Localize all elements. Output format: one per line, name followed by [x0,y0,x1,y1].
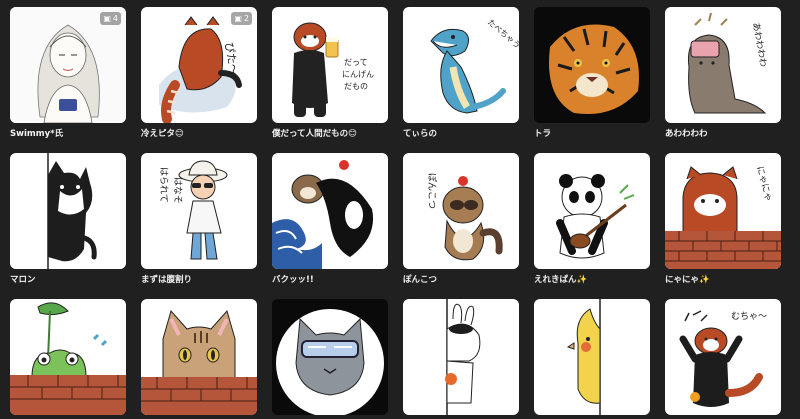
card-caption[interactable]: マロン [10,273,128,285]
thumbnail-ponkotsu[interactable]: ぽんこつ [403,153,519,269]
orca-wave-image [272,160,374,269]
svg-text:にゃにゃ: にゃにゃ [754,165,774,203]
card-caption[interactable]: ぽんこつ [403,273,521,285]
thumbnail-harawari[interactable]: はられて はなそ [141,153,257,269]
thumbnail-bakuh[interactable] [272,153,388,269]
frog-wall-image [10,302,126,415]
thumbnail-mucha[interactable]: むちゃ〜 [665,299,781,415]
dinosaur-sticker-image: たべちゃうぞ [430,18,519,114]
svg-text:だって: だって [344,58,368,67]
images-icon: ▣ [103,14,111,23]
red-panda-beer-image: だって にんげん だもの [292,22,374,117]
tiger-image [534,7,650,123]
thumbnail-nyanya[interactable]: にゃにゃ [665,153,781,269]
thumbnail-maron[interactable] [10,153,126,269]
thumbnail-frog[interactable] [10,299,126,415]
cockatiel-peeking-image [566,299,601,415]
red-panda-wall-image: にゃにゃ [665,165,781,269]
red-panda-cheer-image: むちゃ〜 [679,310,767,407]
svg-text:あわわわわ: あわわわわ [750,22,769,68]
tabby-cat-wall-image [141,309,257,415]
card-caption[interactable]: トラ [534,127,652,139]
card-caption[interactable]: Swimmy*氏 [10,127,128,139]
svg-text:はなそ: はなそ [172,177,183,204]
svg-text:むちゃ〜: むちゃ〜 [731,311,767,322]
images-icon: ▣ [234,14,242,23]
card-caption[interactable]: てぃらの [403,127,521,139]
card-caption[interactable]: 冷えピタ😊 [141,127,259,139]
art-text: はられて はなそ [158,167,183,204]
panda-guitar-image [556,174,635,259]
card-caption[interactable]: にゃにゃ✨ [665,273,783,285]
image-count-badge: ▣ 4 [100,12,121,25]
card-caption[interactable]: 僕だって人間だもの😊 [272,127,390,139]
speech-text: だって にんげん だもの [342,58,374,91]
thumbnail-human[interactable]: だって にんげん だもの [272,7,388,123]
thumbnail-swimmy[interactable]: ▣ 4 [10,7,126,123]
thumbnail-erekipan[interactable] [534,153,650,269]
tanuki-sticker-image: ぽんこつ [426,173,503,261]
card-caption[interactable]: あわわわわ [665,127,783,139]
card-caption[interactable]: バクッッ!! [272,273,390,285]
svg-text:はられて: はられて [158,167,169,203]
card-caption[interactable]: まずは腹割り [141,273,259,285]
thumbnail-tyra[interactable]: たべちゃうぞ [403,7,519,123]
svg-text:ぽんこつ: ぽんこつ [426,173,437,209]
thumbnail-tiger[interactable] [534,7,650,123]
svg-text:にんげん: にんげん [342,70,374,79]
cat-peeking-image [47,153,97,269]
gray-cat-goggles-image [272,299,388,415]
thumbnail-awawa[interactable]: あわわわわ [665,7,781,123]
thumbnail-gray-cat[interactable] [272,299,388,415]
svg-text:だもの: だもの [344,82,368,91]
otter-sticker-image: あわわわわ [687,12,769,114]
thumbnail-cat-wall[interactable] [141,299,257,415]
man-with-hat-image: はられて はなそ [158,160,228,260]
thumbnail-hiepita[interactable]: ぴた〜 ▣ 2 [141,7,257,123]
rabbit-peeking-image [445,299,481,415]
image-count-badge: ▣ 2 [231,12,252,25]
card-caption[interactable]: えれきぱん✨ [534,273,652,285]
thumbnail-cockatiel[interactable] [534,299,650,415]
thumbnail-rabbit[interactable] [403,299,519,415]
svg-text:たべちゃうぞ: たべちゃうぞ [486,18,519,56]
